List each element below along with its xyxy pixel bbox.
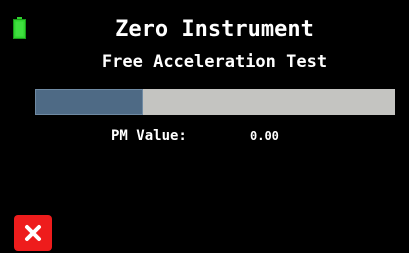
close-icon [23, 223, 43, 243]
progress-bar-fill [35, 89, 143, 115]
instrument-screen: Zero Instrument Free Acceleration Test P… [0, 0, 409, 253]
page-subtitle: Free Acceleration Test [101, 52, 328, 72]
page-title: Zero Instrument [115, 17, 314, 42]
pm-value-readout: 0.00 [250, 129, 279, 143]
progress-bar [35, 89, 395, 115]
pm-value-label: PM Value: [111, 128, 187, 144]
close-button[interactable] [14, 215, 52, 251]
